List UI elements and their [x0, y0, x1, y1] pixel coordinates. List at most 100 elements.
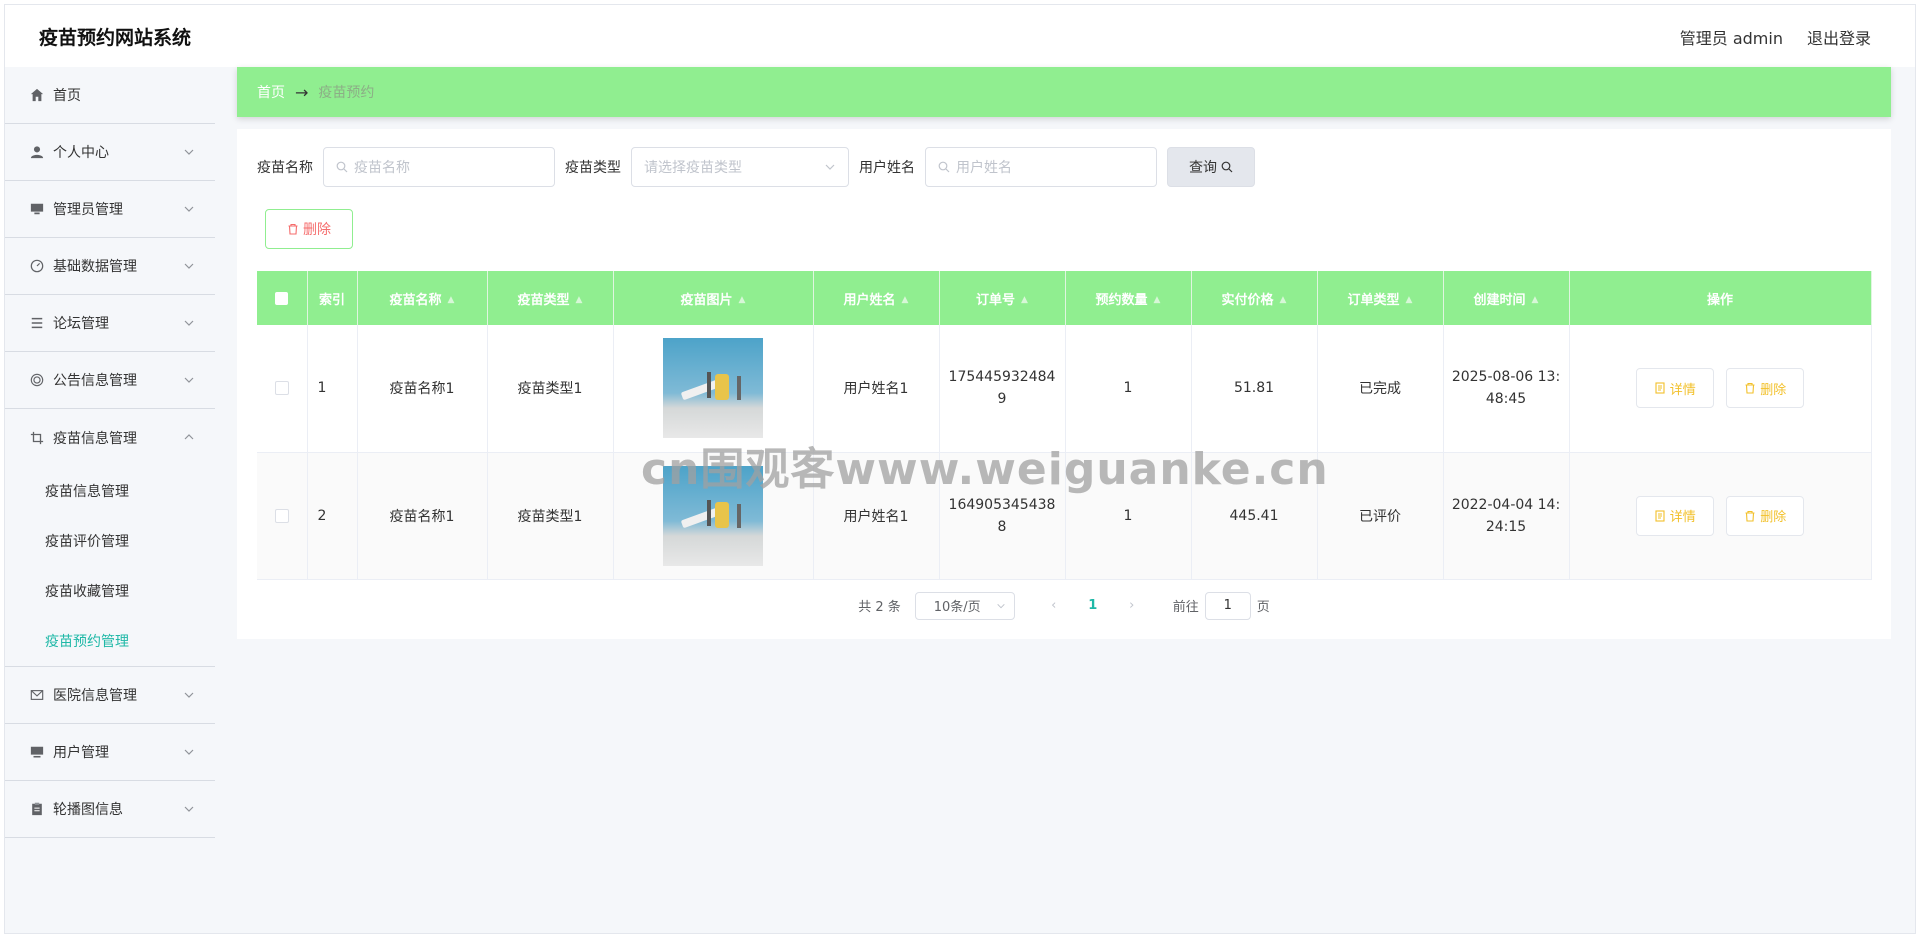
column-header[interactable]: 疫苗图片 ▲ — [613, 271, 814, 325]
sort-icon[interactable]: ▲ — [739, 295, 746, 305]
sort-icon[interactable]: ▲ — [1280, 295, 1287, 305]
column-header-label: 预约数量 — [1095, 292, 1148, 308]
goto-page-input[interactable]: 1 — [1204, 591, 1251, 620]
home-icon — [29, 87, 45, 103]
row-vaccine-name: 疫苗名称1 — [357, 325, 488, 453]
table-header-row: 索引 疫苗名称 ▲ 疫苗类型 ▲ 疫苗图片 ▲ 用户姓名 ▲ 订单号 ▲ 预约数量 ▲ 实付… — [257, 271, 1872, 325]
user-name-placeholder: 用户姓名 — [956, 160, 1012, 176]
sidebar-item-home[interactable]: 首页 — [5, 67, 215, 124]
row-order-no: 175445932484 9 — [939, 325, 1066, 453]
row-delete-label: 删除 — [1760, 382, 1787, 398]
search-icon — [1221, 161, 1233, 173]
select-all-header[interactable] — [257, 271, 308, 325]
select-all-checkbox[interactable] — [275, 291, 289, 305]
page-number[interactable]: 1 — [1069, 598, 1117, 613]
column-header: 索引 — [307, 271, 358, 325]
page-size-value: 10条/页 — [933, 600, 981, 615]
chevron-down-icon — [184, 206, 194, 212]
document-icon — [1655, 382, 1665, 394]
sidebar-item-label: 医院信息管理 — [53, 688, 137, 704]
column-header-label: 创建时间 — [1473, 292, 1526, 308]
sidebar-item-user-management[interactable]: 用户管理 — [5, 724, 215, 781]
sidebar-item-label: 个人中心 — [53, 145, 109, 161]
sidebar-item-forum[interactable]: 论坛管理 — [5, 295, 215, 352]
column-header[interactable]: 用户姓名 ▲ — [813, 271, 940, 325]
submenu-item-vaccine-favorite[interactable]: 疫苗收藏管理 — [5, 566, 215, 616]
row-price: 51.81 — [1191, 325, 1318, 453]
vaccine-type-placeholder: 请选择疫苗类型 — [644, 160, 742, 176]
row-quantity: 1 — [1065, 452, 1192, 580]
query-button-label: 查询 — [1189, 160, 1217, 176]
vaccine-submenu: 疫苗信息管理 疫苗评价管理 疫苗收藏管理 疫苗预约管理 — [5, 466, 215, 667]
query-button[interactable]: 查询 — [1167, 147, 1255, 187]
submenu-item-vaccine-review[interactable]: 疫苗评价管理 — [5, 516, 215, 566]
clipboard-icon — [29, 801, 45, 817]
sidebar-item-vaccine-info[interactable]: 疫苗信息管理 — [5, 409, 215, 466]
vaccine-image[interactable] — [663, 465, 763, 566]
vaccine-name-label: 疫苗名称 — [257, 160, 313, 176]
page-size-select[interactable]: 10条/页 — [914, 591, 1015, 620]
sort-icon[interactable]: ▲ — [576, 295, 583, 305]
sidebar-item-announcement[interactable]: 公告信息管理 — [5, 352, 215, 409]
row-checkbox[interactable] — [274, 381, 289, 396]
sidebar-item-personal-center[interactable]: 个人中心 — [5, 124, 215, 181]
column-header-label: 疫苗类型 — [517, 292, 570, 308]
submenu-item-vaccine-info[interactable]: 疫苗信息管理 — [5, 466, 215, 516]
search-bar: 疫苗名称 疫苗名称 疫苗类型 请选择疫苗类型 用户姓名 用户姓名 查询 — [257, 147, 1871, 187]
column-header[interactable]: 疫苗类型 ▲ — [487, 271, 614, 325]
pagination: 共 2 条 10条/页 ‹ 1 › 前往 1 页 — [257, 591, 1871, 620]
page-suffix: 页 — [1256, 600, 1270, 615]
row-delete-button[interactable]: 删除 — [1726, 368, 1805, 409]
detail-button[interactable]: 详情 — [1635, 495, 1714, 536]
admin-user-label[interactable]: 管理员 admin — [1680, 25, 1783, 49]
row-actions: 详情 删除 — [1569, 325, 1872, 453]
sidebar-item-hospital[interactable]: 医院信息管理 — [5, 667, 215, 724]
sort-icon[interactable]: ▲ — [448, 295, 455, 305]
sidebar-item-label: 基础数据管理 — [53, 259, 137, 275]
prev-page-button[interactable]: ‹ — [1039, 598, 1069, 613]
sort-icon[interactable]: ▲ — [902, 295, 909, 305]
row-vaccine-name: 疫苗名称1 — [357, 452, 488, 580]
batch-delete-button[interactable]: 删除 — [265, 209, 353, 249]
row-created-line2: 48:45 — [1485, 391, 1527, 408]
column-header[interactable]: 创建时间 ▲ — [1443, 271, 1570, 325]
sidebar-item-admin-management[interactable]: 管理员管理 — [5, 181, 215, 238]
column-header[interactable]: 订单号 ▲ — [939, 271, 1066, 325]
next-page-button[interactable]: › — [1117, 598, 1147, 613]
sidebar-item-carousel[interactable]: 轮播图信息 — [5, 781, 215, 838]
row-checkbox[interactable] — [274, 508, 289, 523]
sort-icon[interactable]: ▲ — [1154, 295, 1161, 305]
trash-icon — [1745, 383, 1755, 394]
vaccine-name-input[interactable]: 疫苗名称 — [323, 147, 555, 187]
logout-button[interactable]: 退出登录 — [1807, 25, 1871, 49]
sidebar-item-basic-data[interactable]: 基础数据管理 — [5, 238, 215, 295]
sidebar-item-label: 管理员管理 — [53, 202, 123, 218]
sort-icon[interactable]: ▲ — [1406, 295, 1413, 305]
sidebar-item-label: 轮播图信息 — [53, 802, 123, 818]
trash-icon — [1745, 510, 1755, 522]
detail-button[interactable]: 详情 — [1635, 368, 1714, 409]
sort-icon[interactable]: ▲ — [1021, 295, 1028, 305]
sort-icon[interactable]: ▲ — [1532, 295, 1539, 305]
column-header-label: 疫苗图片 — [680, 292, 733, 308]
submenu-item-vaccine-booking[interactable]: 疫苗预约管理 — [5, 616, 215, 666]
row-actions: 详情 删除 — [1569, 452, 1872, 580]
vaccine-image[interactable] — [663, 338, 763, 439]
user-name-input[interactable]: 用户姓名 — [925, 147, 1157, 187]
column-header[interactable]: 订单类型 ▲ — [1317, 271, 1444, 325]
column-header[interactable]: 疫苗名称 ▲ — [357, 271, 488, 325]
row-delete-button[interactable]: 删除 — [1726, 495, 1805, 536]
chevron-down-icon — [184, 692, 194, 698]
column-header-label: 订单类型 — [1347, 292, 1400, 308]
chevron-down-icon — [184, 263, 194, 269]
row-order-no-line1: 164905345438 — [948, 496, 1056, 513]
search-icon — [336, 161, 348, 173]
column-header[interactable]: 预约数量 ▲ — [1065, 271, 1192, 325]
column-header[interactable]: 实付价格 ▲ — [1191, 271, 1318, 325]
row-created-time: 2025-08-06 13: 48:45 — [1443, 325, 1570, 453]
row-index: 1 — [307, 325, 358, 453]
breadcrumb-home[interactable]: 首页 — [257, 82, 285, 102]
crop-icon — [29, 430, 45, 446]
row-quantity: 1 — [1065, 325, 1192, 453]
vaccine-type-select[interactable]: 请选择疫苗类型 — [631, 147, 849, 187]
